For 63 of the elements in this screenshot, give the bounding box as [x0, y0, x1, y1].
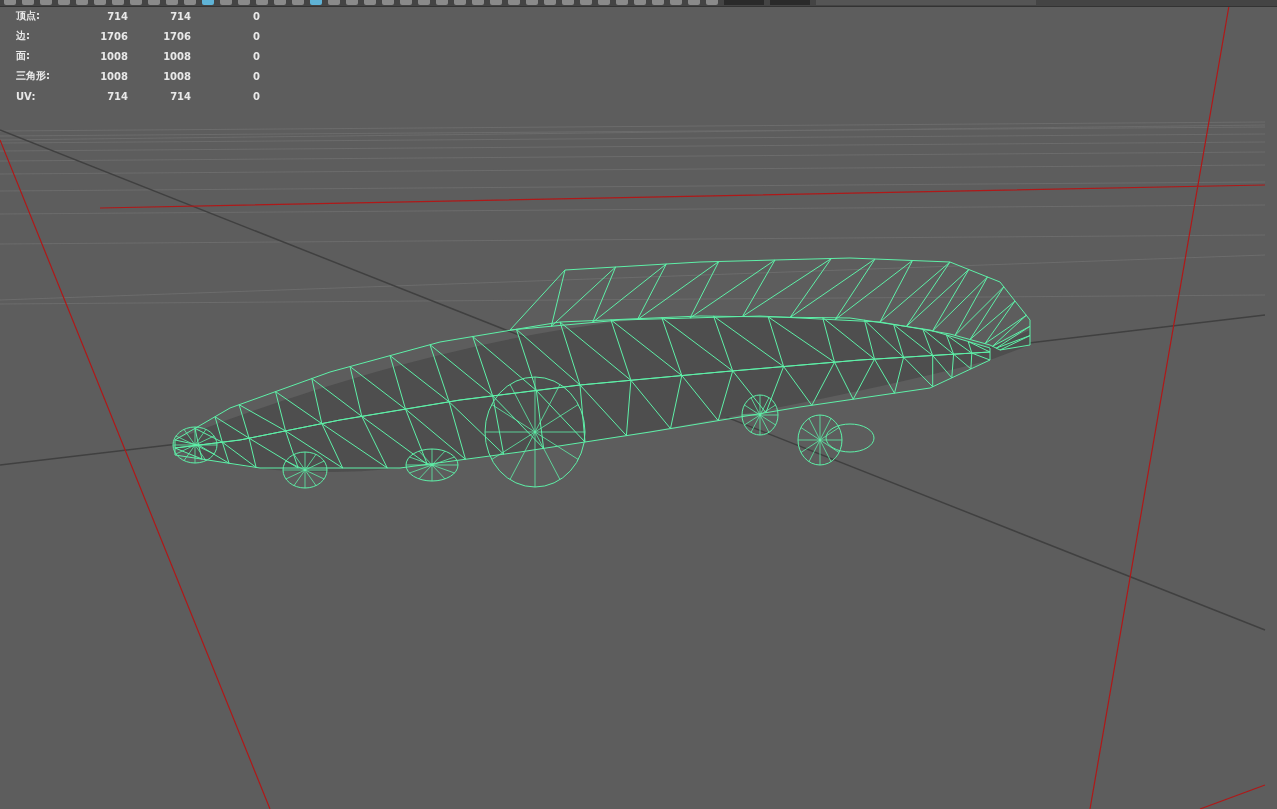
toolbar-field[interactable] — [724, 0, 764, 5]
toolbar-icon[interactable] — [130, 0, 142, 5]
stat-label: 顶点: — [16, 9, 41, 23]
stat-value: 0 — [252, 10, 260, 22]
toolbar-icon[interactable] — [58, 0, 70, 5]
stat-value: 714 — [106, 90, 128, 102]
stat-value: 0 — [252, 30, 260, 42]
stat-label: 边: — [16, 29, 31, 43]
toolbar-icon[interactable] — [76, 0, 88, 5]
toolbar-icon[interactable] — [22, 0, 34, 5]
stat-value: 0 — [252, 90, 260, 102]
toolbar-field[interactable] — [816, 0, 1036, 5]
toolbar-icon[interactable] — [346, 0, 358, 5]
toolbar-icon[interactable] — [382, 0, 394, 5]
stat-value: 714 — [106, 10, 128, 22]
toolbar-icon[interactable] — [472, 0, 484, 5]
toolbar-icon[interactable] — [652, 0, 664, 5]
toolbar-icon[interactable] — [400, 0, 412, 5]
toolbar-icon[interactable] — [706, 0, 718, 5]
toolbar-icon[interactable] — [238, 0, 250, 5]
stat-label: UV: — [16, 90, 37, 102]
toolbar-icon[interactable] — [598, 0, 610, 5]
toolbar-icon[interactable] — [220, 0, 232, 5]
toolbar-field[interactable] — [770, 0, 810, 5]
stat-value: 1008 — [162, 70, 191, 82]
toolbar-icon[interactable] — [616, 0, 628, 5]
toolbar-icon[interactable] — [580, 0, 592, 5]
stat-value: 714 — [169, 90, 191, 102]
stat-value: 1706 — [162, 30, 191, 42]
toolbar-icon[interactable] — [454, 0, 466, 5]
stat-value: 0 — [252, 50, 260, 62]
toolbar-icon[interactable] — [40, 0, 52, 5]
toolbar-icon[interactable] — [436, 0, 448, 5]
toolbar-icon[interactable] — [544, 0, 556, 5]
toolbar-icon[interactable] — [274, 0, 286, 5]
toolbar-icon[interactable] — [148, 0, 160, 5]
stat-value: 1008 — [99, 70, 128, 82]
stat-value: 1008 — [162, 50, 191, 62]
stat-value: 1706 — [99, 30, 128, 42]
stat-value: 714 — [169, 10, 191, 22]
toolbar-icon[interactable] — [4, 0, 16, 5]
toolbar-icon[interactable] — [688, 0, 700, 5]
stat-label: 三角形: — [16, 69, 51, 83]
toolbar-icon[interactable] — [310, 0, 322, 5]
toolbar-icon[interactable] — [112, 0, 124, 5]
toolbar-icon[interactable] — [202, 0, 214, 5]
toolbar-icon[interactable] — [526, 0, 538, 5]
toolbar-icon[interactable] — [562, 0, 574, 5]
stat-label: 面: — [16, 49, 31, 63]
toolbar-icon[interactable] — [292, 0, 304, 5]
toolbar-icon[interactable] — [634, 0, 646, 5]
toolbar-icon[interactable] — [256, 0, 268, 5]
toolbar-icon[interactable] — [508, 0, 520, 5]
toolbar-icon[interactable] — [184, 0, 196, 5]
toolbar-icon[interactable] — [418, 0, 430, 5]
toolbar-icon[interactable] — [670, 0, 682, 5]
toolbar-icon[interactable] — [328, 0, 340, 5]
toolbar-icon[interactable] — [166, 0, 178, 5]
stat-value: 0 — [252, 70, 260, 82]
toolbar-icon[interactable] — [94, 0, 106, 5]
toolbar-icon[interactable] — [364, 0, 376, 5]
toolbar-icon[interactable] — [490, 0, 502, 5]
stat-value: 1008 — [99, 50, 128, 62]
